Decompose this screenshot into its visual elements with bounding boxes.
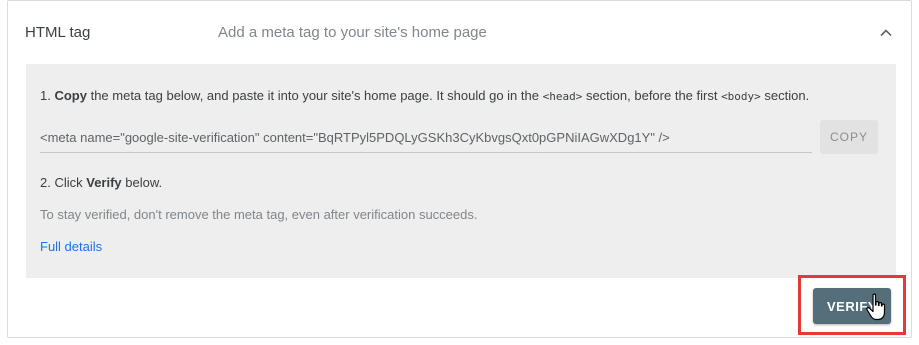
chevron-up-icon	[880, 28, 892, 36]
head-code: <head>	[542, 90, 583, 103]
copy-button[interactable]: COPY	[820, 120, 878, 154]
body-code: <body>	[721, 90, 761, 103]
verification-method-card: HTML tag Add a meta tag to your site's h…	[7, 0, 912, 338]
step-2-number: 2. Click	[40, 175, 87, 190]
step-1-bold: Copy	[54, 88, 87, 103]
verification-note: To stay verified, don't remove the meta …	[40, 207, 478, 222]
step-1-text-b: section, before the first	[582, 88, 722, 103]
method-header[interactable]: HTML tag Add a meta tag to your site's h…	[8, 1, 911, 63]
step-1-text-c: section.	[760, 88, 810, 103]
collapse-button[interactable]	[873, 19, 899, 45]
full-details-link[interactable]: Full details	[40, 239, 102, 254]
meta-tag-field[interactable]: <meta name="google-site-verification" co…	[40, 130, 812, 153]
step-2-text-end: below.	[121, 175, 163, 190]
step-2-bold: Verify	[86, 175, 122, 190]
method-description: Add a meta tag to your site's home page	[218, 24, 487, 41]
step-1-text: 1. Copy the meta tag below, and paste it…	[40, 88, 809, 103]
step-1-text-a: the meta tag below, and paste it into yo…	[86, 88, 543, 103]
step-1-number: 1.	[40, 88, 51, 103]
hand-cursor-icon	[866, 293, 886, 321]
step-2-text: 2. Click Verify below.	[40, 175, 162, 190]
method-title: HTML tag	[25, 24, 91, 41]
instructions-panel: 1. Copy the meta tag below, and paste it…	[26, 64, 896, 278]
